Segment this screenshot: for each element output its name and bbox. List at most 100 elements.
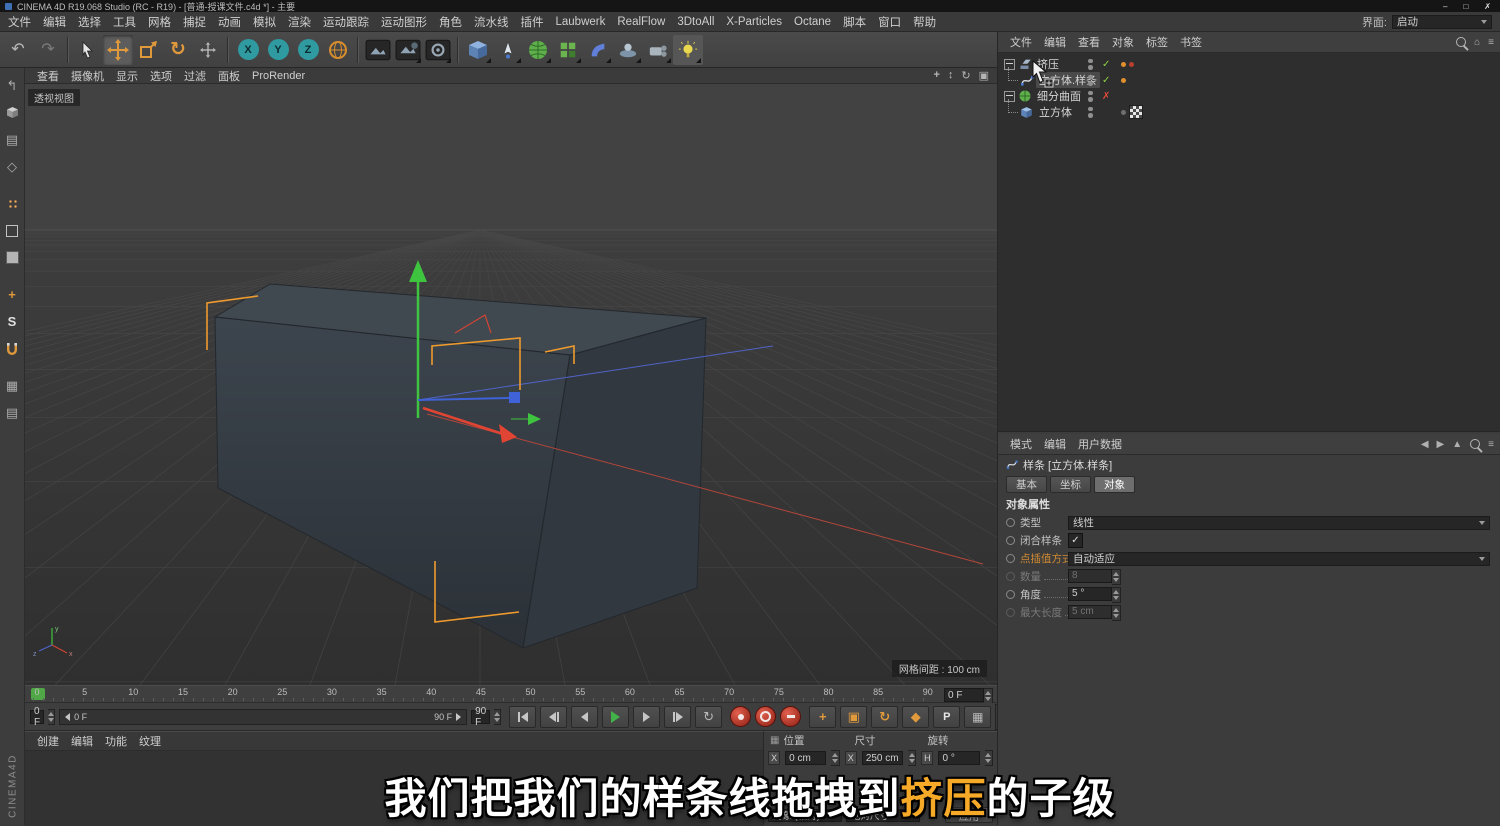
autokey-button[interactable] (755, 706, 776, 727)
materials-menu-item[interactable]: 功能 (99, 731, 133, 751)
coordinate-system-button[interactable] (323, 35, 353, 65)
timeline-range-slider[interactable]: 0 F 90 F (59, 709, 467, 725)
key-scale-toggle[interactable]: ▣ (840, 706, 867, 728)
model-mode-button[interactable] (2, 102, 23, 123)
home-icon[interactable]: ⌂ (1474, 37, 1480, 48)
end-frame-field[interactable]: 90 F (471, 710, 490, 724)
om-menu-item[interactable]: 标签 (1140, 33, 1174, 51)
interpolation-dropdown[interactable]: 自动适应 (1068, 552, 1490, 566)
menu-item[interactable]: 运动跟踪 (317, 12, 375, 32)
object-row-extrude[interactable]: 挤压 ✓ (998, 56, 1500, 72)
om-menu-item[interactable]: 文件 (1004, 33, 1038, 51)
parent-object-icon[interactable]: ▲ (1452, 439, 1462, 450)
play-button[interactable] (602, 706, 629, 728)
lock-z-axis-button[interactable]: Z (293, 35, 323, 65)
previous-frame-button[interactable] (571, 706, 598, 728)
rotate-tool[interactable]: ↻ (163, 35, 193, 65)
menu-item[interactable]: 窗口 (872, 12, 907, 32)
list-icon[interactable]: ≡ (1488, 37, 1494, 48)
am-menu-item[interactable]: 编辑 (1038, 435, 1072, 453)
rot-h-field[interactable]: 0 ° (938, 751, 979, 765)
close-spline-checkbox[interactable]: ✓ (1068, 533, 1083, 548)
enable-check-icon[interactable]: ✓ (1102, 75, 1110, 86)
angle-stepper[interactable] (1112, 587, 1121, 603)
primitive-cube-button[interactable] (463, 35, 493, 65)
pos-x-field[interactable]: 0 cm (785, 751, 826, 765)
redo-button[interactable]: ↷ (33, 35, 63, 65)
om-menu-item[interactable]: 书签 (1174, 33, 1208, 51)
keyframe-dot-icon[interactable] (1006, 536, 1015, 545)
texture-mode-button[interactable]: ▤ (2, 129, 23, 150)
viewport-menu-item[interactable]: 摄像机 (65, 67, 110, 85)
am-menu-item[interactable]: 模式 (1004, 435, 1038, 453)
tab-object[interactable]: 对象 (1094, 476, 1135, 493)
menu-item[interactable]: Octane (788, 14, 837, 30)
environment-button[interactable] (613, 35, 643, 65)
minimize-button[interactable]: – (1443, 2, 1447, 11)
close-button[interactable]: ✗ (1484, 2, 1491, 11)
goto-start-button[interactable] (509, 706, 536, 728)
menu-item[interactable]: 帮助 (907, 12, 942, 32)
menu-item[interactable]: 捕捉 (177, 12, 212, 32)
menu-item[interactable]: 脚本 (837, 12, 872, 32)
angle-field[interactable]: 5 ° (1068, 587, 1112, 601)
viewport-menu-item[interactable]: 查看 (31, 67, 65, 85)
menu-item[interactable]: 角色 (433, 12, 468, 32)
object-tags[interactable] (1121, 105, 1143, 119)
dolly-view-icon[interactable]: ↕ (948, 69, 954, 82)
visibility-dots[interactable] (1088, 59, 1093, 70)
size-x-stepper[interactable] (908, 750, 916, 766)
last-used-tool[interactable] (193, 35, 223, 65)
end-frame-stepper[interactable] (494, 709, 501, 725)
viewport-menu-item[interactable]: 过滤 (178, 67, 212, 85)
menu-item[interactable]: 渲染 (282, 12, 317, 32)
live-selection-tool[interactable] (73, 35, 103, 65)
edges-mode-button[interactable] (2, 220, 23, 241)
workplane-mode-button[interactable]: ◇ (2, 156, 23, 177)
camera-button[interactable] (643, 35, 673, 65)
current-frame-stepper[interactable] (48, 709, 55, 725)
materials-menu-item[interactable]: 纹理 (133, 731, 167, 751)
object-tree[interactable]: 挤压 ✓ 立方体.样条 ✓ 细分曲面 ✗ (998, 53, 1500, 432)
polygons-mode-button[interactable] (2, 247, 23, 268)
record-options-button[interactable] (780, 706, 801, 727)
keyframe-dot-icon[interactable] (1006, 518, 1015, 527)
render-view-button[interactable] (363, 35, 393, 65)
object-tags[interactable] (1121, 78, 1126, 83)
move-tool[interactable] (103, 35, 133, 65)
disable-cross-icon[interactable]: ✗ (1102, 91, 1110, 102)
object-tags[interactable] (1121, 62, 1134, 67)
menu-item[interactable]: Laubwerk (550, 14, 612, 30)
timeline-ruler[interactable]: 051015202530354045505560657075808590 0 F (25, 685, 997, 703)
search-icon[interactable] (1456, 37, 1466, 47)
visibility-dots[interactable] (1088, 107, 1093, 118)
viewport-menu-item[interactable]: 显示 (110, 67, 144, 85)
menu-item[interactable]: 插件 (515, 12, 550, 32)
deformer-button[interactable] (583, 35, 613, 65)
pan-view-icon[interactable]: + (933, 69, 939, 82)
mograph-button[interactable] (553, 35, 583, 65)
toggle-view-icon[interactable]: ▣ (979, 69, 989, 82)
maximize-button[interactable]: □ (1463, 2, 1468, 11)
menu-item[interactable]: 动画 (212, 12, 247, 32)
magnet-snap-button[interactable] (2, 338, 23, 359)
om-menu-item[interactable]: 对象 (1106, 33, 1140, 51)
object-row-spline[interactable]: 立方体.样条 ✓ (998, 72, 1500, 88)
interface-dropdown[interactable]: 启动 (1392, 15, 1492, 29)
record-keyframe-button[interactable] (730, 706, 751, 727)
undo-button[interactable]: ↶ (3, 35, 33, 65)
menu-item[interactable]: 工具 (107, 12, 142, 32)
search-icon[interactable] (1470, 439, 1480, 449)
key-pla-toggle[interactable]: P (933, 706, 960, 728)
key-position-toggle[interactable]: + (809, 706, 836, 728)
convert-object-button[interactable]: ↰ (2, 75, 23, 96)
pos-x-stepper[interactable] (831, 750, 839, 766)
ruler-frame-field[interactable]: 0 F (944, 688, 984, 702)
lock-y-axis-button[interactable]: Y (263, 35, 293, 65)
size-x-field[interactable]: 250 cm (862, 751, 903, 765)
viewport-menu-item[interactable]: 选项 (144, 67, 178, 85)
viewport-canvas[interactable]: y x z 透视视图 网格间距 : 100 cm (25, 84, 997, 685)
key-parameter-toggle[interactable]: ◆ (902, 706, 929, 728)
menu-item[interactable]: RealFlow (611, 14, 671, 30)
object-row-cube[interactable]: 立方体 (998, 104, 1500, 120)
